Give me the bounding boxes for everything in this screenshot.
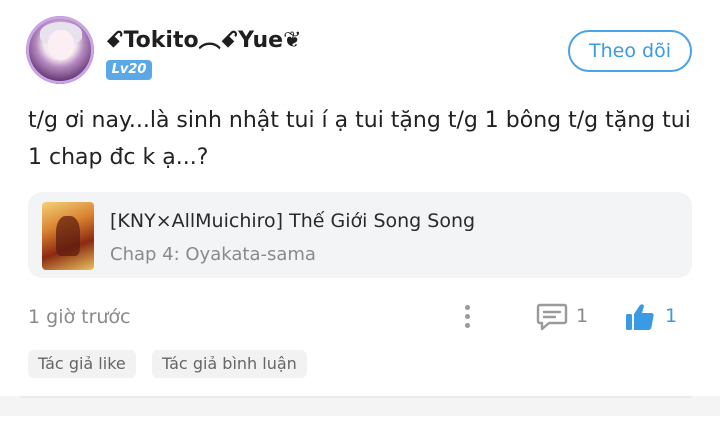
avatar-frame: [26, 16, 94, 84]
level-badge: Lv20: [106, 60, 152, 80]
tag-author-commented: Tác giả bình luận: [152, 350, 307, 378]
like-count: 1: [665, 305, 678, 327]
cover-figure: [56, 216, 80, 256]
tag-author-liked: Tác giả like: [28, 350, 136, 378]
thumbs-up-icon: [626, 304, 654, 330]
like-button[interactable]: 1: [624, 300, 684, 334]
username[interactable]: ꗃTokito︵ꗃYue❦: [106, 22, 302, 54]
comment-post: ꗃTokito︵ꗃYue❦ Lv20 Theo dõi t/g ơi nay..…: [0, 0, 720, 442]
section-separator: [0, 396, 720, 416]
avatar[interactable]: [26, 16, 94, 84]
follow-button[interactable]: Theo dõi: [568, 30, 692, 72]
story-card[interactable]: [KNY×AllMuichiro] Thế Giới Song Song Cha…: [28, 192, 692, 278]
more-vertical-icon: [465, 305, 470, 310]
timestamp: 1 giờ trước: [28, 306, 131, 328]
comment-text: t/g ơi nay...là sinh nhật tui í ạ tui tặ…: [28, 108, 691, 170]
story-title: [KNY×AllMuichiro] Thế Giới Song Song: [110, 210, 476, 232]
comment-icon: [536, 303, 568, 331]
comment-button[interactable]: 1: [536, 300, 596, 334]
comment-count: 1: [576, 305, 589, 327]
story-cover-image: [42, 202, 94, 270]
divider-line: [20, 396, 692, 398]
story-chapter: Chap 4: Oyakata-sama: [110, 244, 316, 265]
more-options-button[interactable]: [458, 303, 478, 331]
